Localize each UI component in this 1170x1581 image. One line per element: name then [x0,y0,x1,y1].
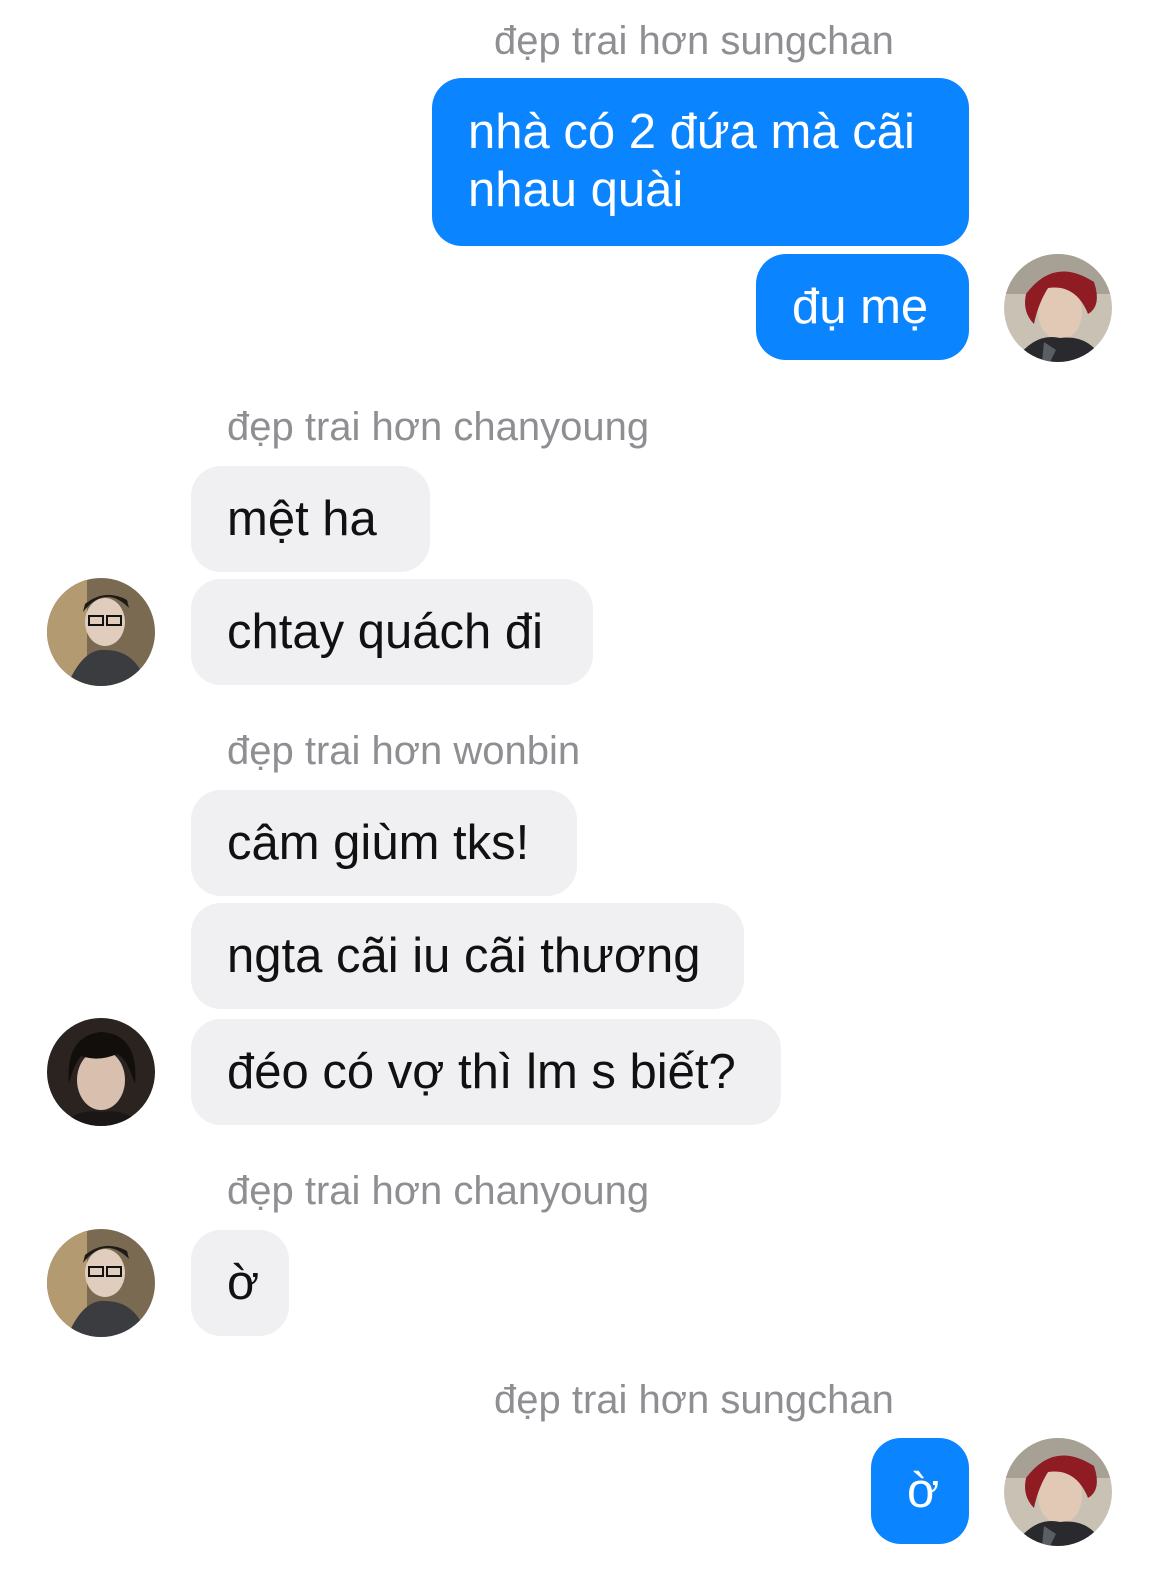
message-text: chtay quách đi [227,605,543,659]
message-text: ờ [227,1256,260,1310]
message-text: nhà có 2 đứa mà cãi nhau quài [468,105,915,217]
message-text: ờ [907,1464,940,1518]
message-bubble-outgoing[interactable]: đụ mẹ [756,254,969,360]
message-text: câm giùm tks! [227,816,530,870]
avatar-photo [47,1229,155,1337]
avatar-wonbin[interactable] [47,1018,155,1126]
message-bubble-incoming[interactable]: ờ [191,1230,289,1336]
avatar-sungchan[interactable] [1004,1438,1112,1546]
sender-name: đẹp trai hơn chanyoung [227,405,650,449]
message-bubble-incoming[interactable]: mệt ha [191,466,430,572]
message-bubble-incoming[interactable]: chtay quách đi [191,579,593,685]
message-text: ngta cãi iu cãi thương [227,929,701,983]
message-bubble-outgoing[interactable]: nhà có 2 đứa mà cãi nhau quài [432,78,969,246]
avatar-chanyoung[interactable] [47,1229,155,1337]
sender-name: đẹp trai hơn wonbin [227,729,581,773]
message-bubble-outgoing[interactable]: ờ [871,1438,969,1544]
message-text: mệt ha [227,492,377,546]
message-text: đụ mẹ [792,280,929,334]
message-bubble-incoming[interactable]: ngta cãi iu cãi thương [191,903,744,1009]
sender-name: đẹp trai hơn sungchan [494,1378,894,1422]
message-bubble-incoming[interactable]: đéo có vợ thì lm s biết? [191,1019,781,1125]
sender-name: đẹp trai hơn sungchan [494,19,894,63]
message-text: đéo có vợ thì lm s biết? [227,1045,736,1099]
avatar-sungchan[interactable] [1004,254,1112,362]
avatar-photo [47,1018,155,1126]
message-bubble-incoming[interactable]: câm giùm tks! [191,790,577,896]
avatar-photo [1004,254,1112,362]
sender-name: đẹp trai hơn chanyoung [227,1169,650,1213]
avatar-photo [47,578,155,686]
avatar-chanyoung[interactable] [47,578,155,686]
avatar-photo [1004,1438,1112,1546]
